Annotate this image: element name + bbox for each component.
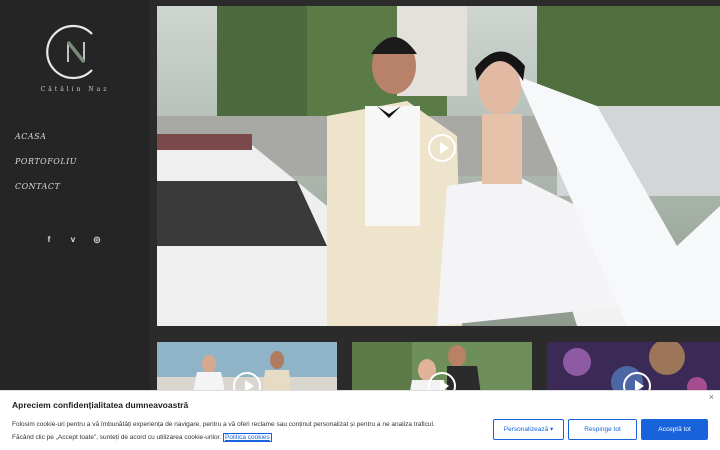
accept-all-button[interactable]: Acceptă tot <box>641 419 708 440</box>
main-nav: ACASA PORTOFOLIU CONTACT <box>15 132 77 207</box>
social-links: f v ◎ <box>44 235 102 245</box>
cookie-consent-text: Făcând clic pe „Accept toate”, sunteți d… <box>12 434 222 441</box>
cookie-text-line1: Folosim cookie-uri pentru a vă îmbunătăț… <box>12 421 435 428</box>
nav-item-contact[interactable]: CONTACT <box>15 182 77 207</box>
cookie-banner: Apreciem confidențialitatea dumneavoastr… <box>0 390 720 450</box>
instagram-icon[interactable]: ◎ <box>92 235 102 245</box>
hero-video[interactable] <box>157 6 720 326</box>
cookie-text-line2: Făcând clic pe „Accept toate”, sunteți d… <box>12 431 492 444</box>
vimeo-icon[interactable]: v <box>68 235 78 245</box>
brand-logo[interactable] <box>44 22 104 82</box>
cookie-policy-link[interactable]: Politica cookies <box>223 433 272 442</box>
customize-button[interactable]: Personalizează ▾ <box>493 419 564 440</box>
cookie-title: Apreciem confidențialitatea dumneavoastr… <box>12 400 189 410</box>
hero-image <box>157 6 720 326</box>
hero-play-icon[interactable] <box>428 134 456 162</box>
nav-item-portofoliu[interactable]: PORTOFOLIU <box>15 157 77 182</box>
reject-all-button[interactable]: Respinge tot <box>568 419 637 440</box>
sidebar: Cătălin Naz ACASA PORTOFOLIU CONTACT f v… <box>0 0 150 450</box>
cookie-description: Folosim cookie-uri pentru a vă îmbunătăț… <box>12 418 492 444</box>
nav-item-acasa[interactable]: ACASA <box>15 132 77 157</box>
close-icon[interactable]: × <box>709 392 714 402</box>
facebook-icon[interactable]: f <box>44 235 54 245</box>
brand-name: Cătălin Naz <box>40 86 110 93</box>
